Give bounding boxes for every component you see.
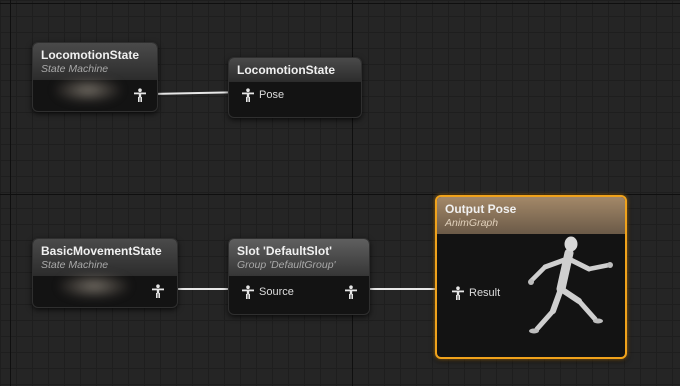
output-pose-node[interactable]: Output Pose AnimGraph Result	[435, 195, 627, 359]
node-title: LocomotionState	[237, 63, 335, 77]
output-pose-pin[interactable]	[151, 284, 165, 298]
source-input-pin[interactable]: Source	[241, 285, 294, 299]
mannequin-pose-icon	[152, 284, 164, 298]
grid-line	[0, 3, 680, 4]
node-header: LocomotionState State Machine	[33, 43, 157, 80]
node-header: BasicMovementState State Machine	[33, 239, 177, 276]
mannequin-pose-icon	[452, 286, 464, 300]
output-pose-pin[interactable]	[344, 285, 358, 299]
pin-label: Pose	[259, 89, 285, 101]
mannequin-pose-icon	[134, 88, 146, 102]
node-title: LocomotionState	[41, 48, 139, 62]
mannequin-pose-icon	[242, 88, 254, 102]
node-title: BasicMovementState	[41, 244, 162, 258]
node-title: Slot 'DefaultSlot'	[237, 244, 333, 258]
pin-label: Result	[469, 287, 501, 299]
state-machine-preview	[59, 273, 129, 299]
node-title: Output Pose	[445, 202, 517, 216]
node-header: Slot 'DefaultSlot' Group 'DefaultGroup'	[229, 239, 369, 276]
slot-node[interactable]: Slot 'DefaultSlot' Group 'DefaultGroup' …	[228, 238, 370, 315]
node-subtitle: Group 'DefaultGroup'	[237, 259, 336, 271]
pin-label: Source	[259, 286, 294, 298]
basic-movement-state-machine-node[interactable]: BasicMovementState State Machine	[32, 238, 178, 308]
mannequin-pose-icon	[345, 285, 357, 299]
input-pose-pin[interactable]: Pose	[241, 88, 284, 102]
node-subtitle: State Machine	[41, 63, 109, 75]
locomotion-state-machine-node[interactable]: LocomotionState State Machine	[32, 42, 158, 112]
result-input-pin[interactable]: Result	[451, 286, 500, 300]
node-header: Output Pose AnimGraph	[437, 197, 625, 234]
grid-line	[10, 0, 11, 386]
output-pose-pin[interactable]	[133, 88, 147, 102]
running-mannequin-icon	[528, 236, 613, 334]
node-header: LocomotionState	[229, 58, 361, 82]
locomotion-state-pose-node[interactable]: LocomotionState Pose	[228, 57, 362, 118]
node-subtitle: State Machine	[41, 259, 109, 271]
state-machine-preview	[55, 77, 121, 103]
node-subtitle: AnimGraph	[445, 217, 499, 229]
mannequin-pose-icon	[242, 285, 254, 299]
